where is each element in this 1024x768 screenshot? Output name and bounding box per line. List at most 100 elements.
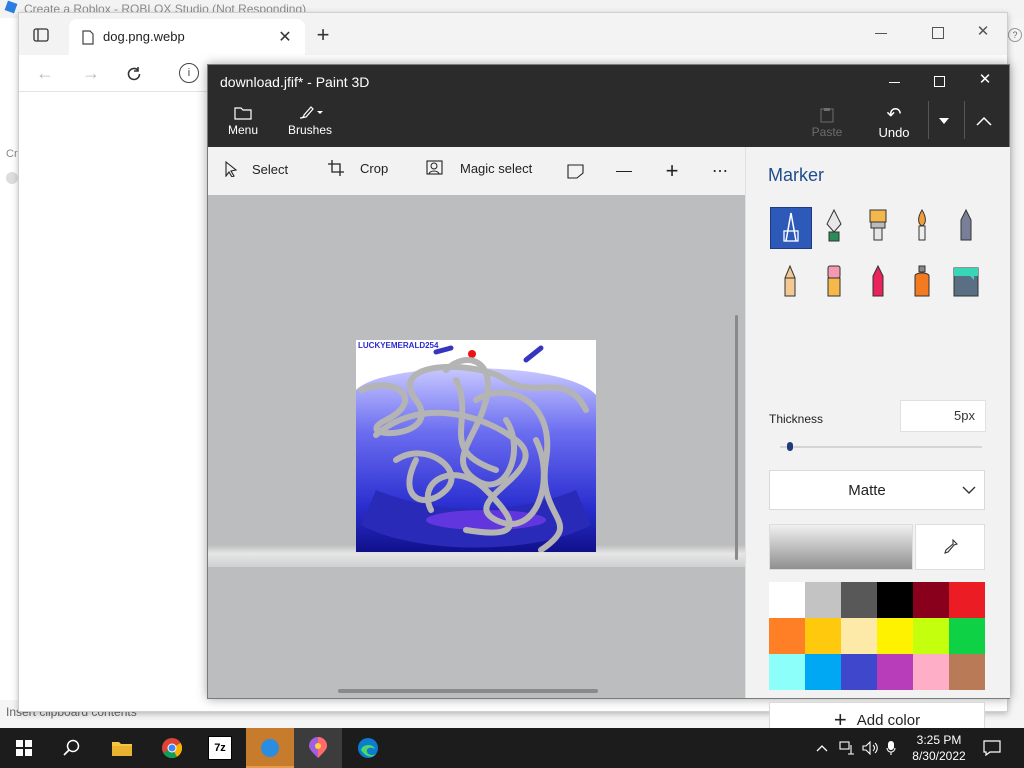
color-swatch[interactable] <box>769 654 805 690</box>
finish-value: Matte <box>848 482 886 499</box>
color-swatch[interactable] <box>913 582 949 618</box>
paint3d-taskbar-button[interactable] <box>294 728 342 768</box>
roblox-studio-icon <box>4 0 18 14</box>
color-swatch[interactable] <box>769 618 805 654</box>
titlebar-divider-2 <box>964 101 965 139</box>
file-explorer-button[interactable] <box>98 728 146 768</box>
zoom-out-icon[interactable] <box>616 171 632 172</box>
refresh-icon[interactable] <box>123 63 145 85</box>
close-tab-icon[interactable]: ✕ <box>275 27 295 47</box>
eraser-brush-button[interactable] <box>814 263 854 303</box>
roblox-studio-button[interactable] <box>246 728 294 768</box>
tab-actions-icon[interactable] <box>31 25 51 45</box>
color-swatch[interactable] <box>841 618 877 654</box>
color-swatch[interactable] <box>841 582 877 618</box>
window-title: download.jfif* - Paint 3D <box>220 74 370 90</box>
sticker-icon[interactable] <box>566 161 586 181</box>
color-swatch[interactable] <box>805 618 841 654</box>
fill-bucket-brush-button[interactable] <box>946 263 986 303</box>
add-color-label: Add color <box>856 711 921 729</box>
color-swatch[interactable] <box>877 582 913 618</box>
more-options-icon[interactable]: ⋯ <box>710 161 730 181</box>
eyedropper-icon <box>944 539 958 554</box>
color-swatch[interactable] <box>841 654 877 690</box>
color-swatch[interactable] <box>805 582 841 618</box>
spray-can-brush-button[interactable] <box>902 263 942 303</box>
chevron-down-icon[interactable] <box>936 115 952 127</box>
vertical-scrollbar[interactable] <box>735 315 738 560</box>
color-swatch[interactable] <box>769 582 805 618</box>
forward-icon[interactable]: → <box>81 63 101 83</box>
maximize-button[interactable] <box>934 76 945 87</box>
zoom-in-icon[interactable]: + <box>662 158 682 183</box>
color-swatch[interactable] <box>949 654 985 690</box>
select-tool[interactable]: Select <box>224 161 288 177</box>
thickness-slider-thumb[interactable] <box>787 442 794 451</box>
canvas-image[interactable]: LUCKYEMERALD254 <box>356 340 596 552</box>
color-swatch[interactable] <box>913 618 949 654</box>
crop-tool[interactable]: Crop <box>328 160 388 176</box>
edge-icon <box>358 738 378 758</box>
crayon-brush-button[interactable] <box>858 263 898 303</box>
menu-label: Menu <box>227 123 259 137</box>
paste-button[interactable]: Paste <box>807 105 847 139</box>
watercolor-brush-button[interactable] <box>902 207 942 247</box>
brushes-button[interactable]: Brushes <box>286 103 334 137</box>
paste-label: Paste <box>811 125 843 139</box>
start-button[interactable] <box>0 728 48 768</box>
browser-maximize-button[interactable] <box>932 27 944 39</box>
7zip-button[interactable]: 7z <box>196 728 244 768</box>
color-swatch[interactable] <box>949 618 985 654</box>
chrome-button[interactable] <box>148 728 196 768</box>
menu-button[interactable]: Menu <box>222 103 264 137</box>
eyedropper-button[interactable] <box>915 524 985 570</box>
marker-brush-button[interactable] <box>770 207 812 249</box>
marker-icon <box>778 209 804 248</box>
oil-brush-brush-button[interactable] <box>858 207 898 247</box>
help-icon: ? <box>1008 28 1022 42</box>
undo-icon: ↶ <box>886 103 902 124</box>
browser-tab[interactable]: dog.png.webp ✕ <box>69 19 305 55</box>
horizontal-scrollbar[interactable] <box>338 689 598 693</box>
edge-button[interactable] <box>344 728 392 768</box>
info-icon[interactable]: i <box>179 63 199 83</box>
calligraphy-pen-icon <box>824 208 844 247</box>
new-tab-icon[interactable]: + <box>313 22 333 47</box>
thickness-slider[interactable] <box>780 442 982 451</box>
browser-close-button[interactable]: ✕ <box>975 23 991 40</box>
back-icon[interactable]: ← <box>35 63 55 83</box>
calligraphy-pen-brush-button[interactable] <box>814 207 854 247</box>
search-button[interactable] <box>48 728 96 768</box>
chevron-up-icon[interactable] <box>814 740 830 756</box>
select-label: Select <box>252 161 289 177</box>
current-color-preview[interactable] <box>769 524 913 570</box>
undo-button[interactable]: ↶ Undo <box>872 103 916 141</box>
clock-date: 8/30/2022 <box>912 749 966 763</box>
color-swatch[interactable] <box>913 654 949 690</box>
clock[interactable]: 3:25 PM 8/30/2022 <box>906 732 972 764</box>
paint3d-icon <box>309 737 327 758</box>
finish-dropdown[interactable]: Matte <box>769 470 985 510</box>
color-swatch[interactable] <box>805 654 841 690</box>
volume-icon[interactable] <box>862 740 880 756</box>
chrome-icon <box>162 738 183 759</box>
background-left-text: Cr <box>6 148 18 160</box>
pencil-brush-button[interactable] <box>770 263 810 303</box>
color-swatch[interactable] <box>877 654 913 690</box>
windows-icon <box>16 740 32 756</box>
minimize-button[interactable] <box>889 82 900 83</box>
collapse-icon[interactable] <box>974 113 994 129</box>
color-palette <box>769 582 985 690</box>
close-button[interactable]: ✕ <box>977 71 993 88</box>
pixel-pen-brush-button[interactable] <box>946 207 986 247</box>
color-swatch[interactable] <box>877 618 913 654</box>
browser-minimize-button[interactable] <box>875 33 887 34</box>
magic-select-tool[interactable]: Magic select <box>426 160 532 176</box>
network-icon[interactable] <box>838 740 856 756</box>
color-swatch[interactable] <box>949 582 985 618</box>
thickness-input[interactable]: 5px <box>900 400 986 432</box>
browser-tab-bar: dog.png.webp ✕ + ✕ <box>19 13 1007 55</box>
notifications-icon[interactable] <box>982 739 1002 757</box>
canvas-area[interactable]: LUCKYEMERALD254 <box>208 195 745 698</box>
microphone-icon[interactable] <box>884 740 898 756</box>
